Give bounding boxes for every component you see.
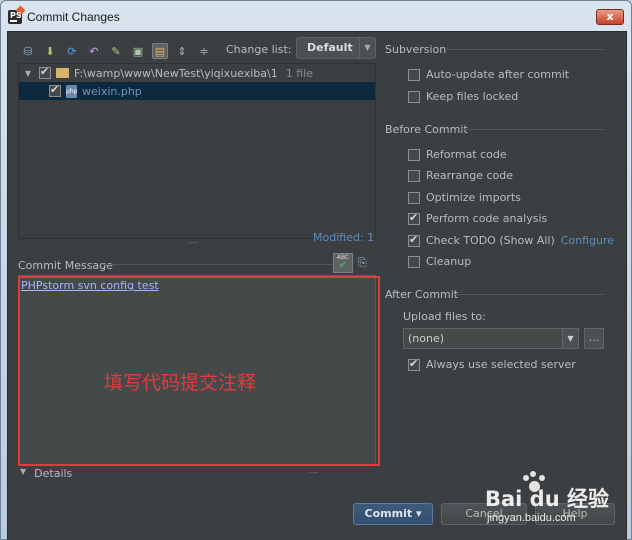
code-analysis-checkbox[interactable] xyxy=(408,211,420,225)
group-icon[interactable]: ▤ xyxy=(152,43,168,59)
rollback-icon[interactable]: ↶ xyxy=(86,43,102,59)
upload-server-value: (none) xyxy=(408,332,445,345)
keep-locked-label: Keep files locked xyxy=(426,90,519,103)
tree-file-row[interactable]: php weixin.php xyxy=(19,82,375,100)
auto-update-label: Auto-update after commit xyxy=(426,68,570,81)
subversion-heading: Subversion xyxy=(385,43,447,56)
collapse-all-icon[interactable]: ≑ xyxy=(196,43,212,59)
commit-button[interactable]: Commit ▾ xyxy=(353,503,433,525)
root-path: F:\wamp\www\NewTest\yiqixuexiba\1 xyxy=(74,66,278,80)
file-checkbox[interactable] xyxy=(49,83,61,97)
refresh-icon[interactable]: ⟳ xyxy=(64,43,80,59)
commit-message-divider xyxy=(103,264,333,265)
spellcheck-button[interactable]: ABC ✔ xyxy=(333,253,353,273)
folder-icon xyxy=(56,68,69,78)
always-selected-checkbox[interactable] xyxy=(408,357,420,371)
option-cleanup[interactable]: Cleanup xyxy=(408,255,471,268)
option-check-todo[interactable]: Check TODO (Show All) Configure xyxy=(408,233,614,247)
message-history-icon[interactable]: ⎘ xyxy=(358,256,372,270)
code-analysis-label: Perform code analysis xyxy=(426,212,548,225)
commit-message-text: PHPstorm svn config test xyxy=(21,279,159,292)
reformat-label: Reformat code xyxy=(426,148,507,161)
annotation-text: 填写代码提交注释 xyxy=(104,372,257,394)
after-commit-divider xyxy=(454,294,605,295)
rearrange-label: Rearrange code xyxy=(426,169,513,182)
reformat-checkbox[interactable] xyxy=(408,148,420,161)
help-button[interactable]: Help xyxy=(535,503,615,525)
after-commit-heading: After Commit xyxy=(385,288,459,301)
option-auto-update[interactable]: Auto-update after commit xyxy=(408,68,569,81)
close-button[interactable]: x xyxy=(596,9,624,25)
root-checkbox[interactable] xyxy=(39,65,51,79)
phpstorm-logo-icon: PS xyxy=(8,5,26,24)
modified-count: Modified: 1 xyxy=(313,231,375,244)
window-title: Commit Changes xyxy=(27,10,120,24)
splitter-grip[interactable]: ⠒⠒ xyxy=(188,239,199,248)
option-optimize-imports[interactable]: Optimize imports xyxy=(408,191,521,204)
php-file-icon: php xyxy=(66,84,77,98)
title-bar: PS Commit Changes x xyxy=(1,1,631,33)
dialog-content: ⛁ ⬇ ⟳ ↶ ✎ ▣ ▤ ⇕ ≑ Change list: Default ▼… xyxy=(7,31,627,540)
configure-link[interactable]: Configure xyxy=(561,234,614,247)
commit-dialog-window: PS Commit Changes x ⛁ ⬇ ⟳ ↶ ✎ ▣ ▤ ⇕ ≑ Ch… xyxy=(0,0,632,540)
option-reformat[interactable]: Reformat code xyxy=(408,148,507,161)
upload-server-select[interactable]: (none) ▼ xyxy=(403,328,579,349)
commit-dropdown-icon: ▾ xyxy=(415,507,422,520)
collapse-arrow-icon: ▼ xyxy=(20,467,27,476)
details-label: Details xyxy=(34,467,73,480)
option-rearrange[interactable]: Rearrange code xyxy=(408,169,513,182)
cancel-button[interactable]: Cancel xyxy=(441,503,527,525)
change-list-value: Default xyxy=(307,41,353,54)
expand-arrow-icon[interactable]: ▼ xyxy=(23,69,33,78)
expand-all-icon[interactable]: ⇕ xyxy=(174,43,190,59)
chevron-down-icon: ▼ xyxy=(359,38,375,58)
optimize-imports-label: Optimize imports xyxy=(426,191,521,204)
check-todo-checkbox[interactable] xyxy=(408,233,420,247)
always-selected-label: Always use selected server xyxy=(426,358,576,371)
before-commit-divider xyxy=(461,129,605,130)
rearrange-checkbox[interactable] xyxy=(408,169,420,182)
check-todo-label: Check TODO (Show All) xyxy=(426,234,555,247)
subversion-divider xyxy=(445,49,605,50)
splitter-grip-bottom[interactable]: ⠒⠒ xyxy=(308,469,319,478)
keep-locked-checkbox[interactable] xyxy=(408,90,420,103)
commit-label: Commit xyxy=(364,507,413,520)
diff-icon[interactable]: ✎ xyxy=(108,43,124,59)
vcs-icon[interactable]: ⛁ xyxy=(20,43,36,59)
option-always-selected-server[interactable]: Always use selected server xyxy=(408,357,576,371)
commit-message-label: Commit Message xyxy=(18,259,113,272)
cleanup-checkbox[interactable] xyxy=(408,255,420,268)
option-keep-locked[interactable]: Keep files locked xyxy=(408,90,518,103)
change-list-label: Change list: xyxy=(226,43,292,56)
optimize-imports-checkbox[interactable] xyxy=(408,191,420,204)
upload-files-label: Upload files to: xyxy=(403,310,486,323)
option-code-analysis[interactable]: Perform code analysis xyxy=(408,211,548,225)
move-icon[interactable]: ▣ xyxy=(130,43,146,59)
before-commit-heading: Before Commit xyxy=(385,123,468,136)
details-toggle[interactable]: ▼ Details xyxy=(20,467,72,480)
chevron-down-icon: ▼ xyxy=(562,329,578,348)
file-name: weixin.php xyxy=(82,84,142,98)
update-icon[interactable]: ⬇ xyxy=(42,43,58,59)
changes-tree[interactable]: ▼ F:\wamp\www\NewTest\yiqixuexiba\1 1 fi… xyxy=(18,63,376,239)
change-list-select[interactable]: Default ▼ xyxy=(296,37,376,59)
auto-update-checkbox[interactable] xyxy=(408,68,420,81)
cleanup-label: Cleanup xyxy=(426,255,472,268)
changes-toolbar: ⛁ ⬇ ⟳ ↶ ✎ ▣ ▤ ⇕ ≑ xyxy=(20,40,212,62)
root-file-count: 1 file xyxy=(285,66,313,80)
browse-servers-button[interactable]: ... xyxy=(584,328,604,349)
tree-root-row[interactable]: ▼ F:\wamp\www\NewTest\yiqixuexiba\1 1 fi… xyxy=(19,64,375,82)
